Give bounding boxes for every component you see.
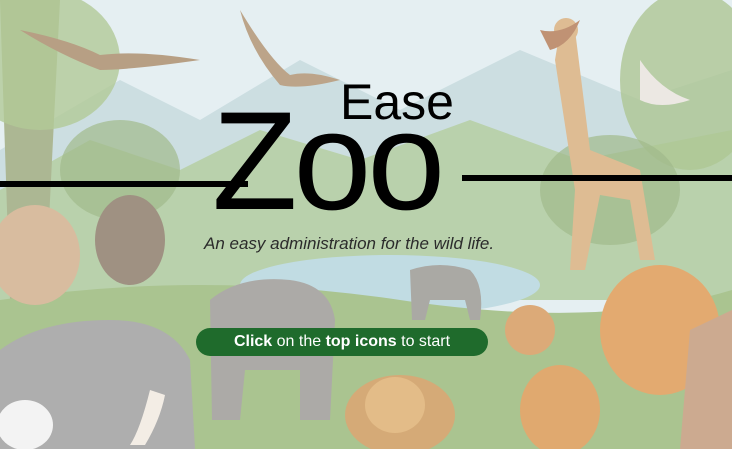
tagline: An easy administration for the wild life… [204, 234, 495, 253]
start-hint-to-start: to start [396, 333, 451, 350]
start-hint-pill: Click on the top icons to start [196, 328, 488, 356]
title-rule-right [462, 175, 732, 181]
title-rule-left [0, 181, 248, 187]
start-hint-click: Click [233, 333, 273, 350]
start-hint-top-icons: top icons [325, 333, 397, 350]
brand-zoo-text: Zoo [212, 82, 445, 239]
landing-page: Ease Zoo An easy administration for the … [0, 0, 732, 449]
start-hint-on-the: on the [272, 333, 326, 350]
